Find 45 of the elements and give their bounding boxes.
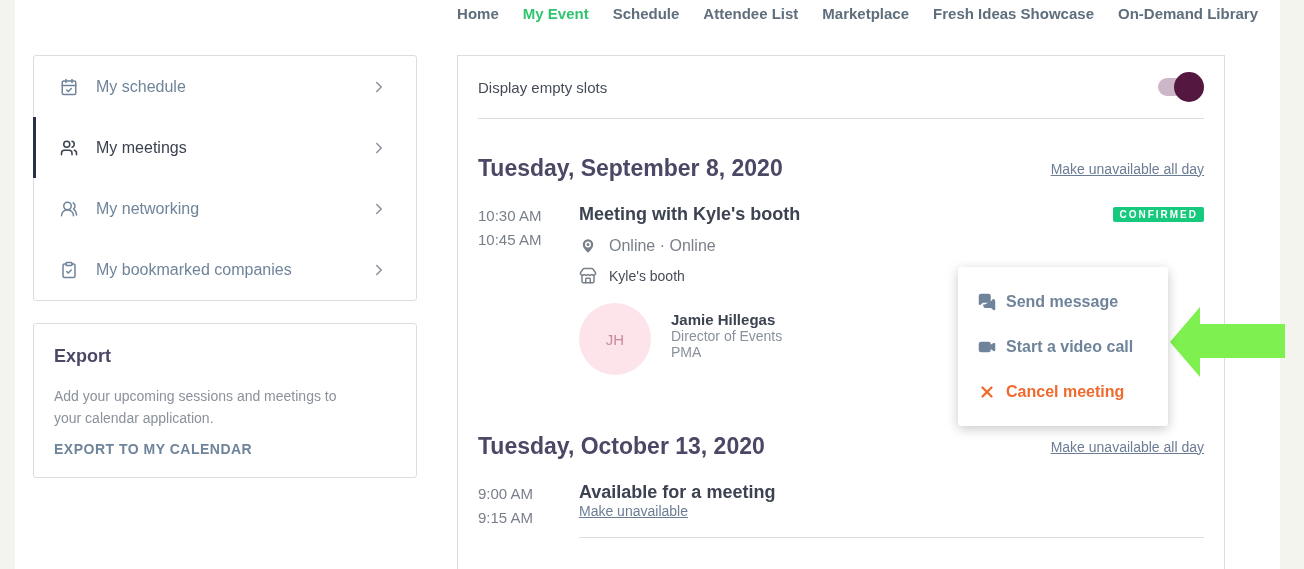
- people-icon: [60, 138, 78, 157]
- calendar-check-icon: [60, 77, 78, 96]
- end-time: 10:45 AM: [478, 230, 543, 250]
- meeting-title: Meeting with Kyle's booth: [579, 204, 801, 225]
- person-company: PMA: [671, 344, 703, 360]
- end-time: 9:15 AM: [478, 508, 535, 528]
- export-title: Export: [54, 346, 112, 367]
- location-text: Online · Online: [609, 237, 716, 255]
- toggle-label: Display empty slots: [478, 78, 608, 96]
- sidebar-item[interactable]: My schedule: [33, 56, 416, 117]
- export-link[interactable]: EXPORT TO MY CALENDAR: [54, 441, 253, 457]
- nav-tab[interactable]: Attendee List: [691, 3, 811, 27]
- export-description: Add your upcoming sessions and meetings to your calendar application.: [54, 387, 338, 428]
- avatar: JH: [579, 303, 651, 375]
- booth-text: Kyle's booth: [609, 268, 685, 284]
- group-icon: [60, 199, 78, 218]
- sidebar-item[interactable]: My networking: [33, 178, 416, 239]
- day-heading: Tuesday, September 8, 2020: [478, 155, 783, 182]
- person-name: Jamie Hillegas: [671, 311, 777, 328]
- nav-tab[interactable]: Schedule: [600, 3, 692, 27]
- person-role: Director of Events: [671, 328, 783, 344]
- menu-item[interactable]: Cancel meeting: [958, 369, 1168, 414]
- map-pin-icon: [579, 237, 597, 255]
- slot-title: Available for a meeting: [579, 482, 777, 503]
- toggle-switch[interactable]: [1156, 72, 1204, 102]
- start-time: 10:30 AM: [478, 206, 543, 226]
- menu-item[interactable]: Start a video call: [958, 324, 1168, 369]
- menu-item[interactable]: Send message: [958, 279, 1168, 324]
- nav-tab[interactable]: Home: [445, 3, 511, 27]
- sidebar-item[interactable]: My meetings: [33, 117, 416, 178]
- clipboard-check-icon: [60, 260, 78, 279]
- day-heading: Tuesday, October 13, 2020: [478, 433, 765, 460]
- start-time: 9:00 AM: [478, 484, 535, 504]
- unavailable-all-day-link[interactable]: Make unavailable all day: [1050, 160, 1204, 177]
- nav-tab[interactable]: On-Demand Library: [1105, 3, 1270, 27]
- sidebar-item[interactable]: My bookmarked companies: [33, 239, 416, 300]
- nav-tab[interactable]: My Event: [510, 3, 601, 27]
- status-badge: CONFIRMED: [1113, 207, 1204, 222]
- nav-tab[interactable]: Marketplace: [810, 3, 922, 27]
- store-icon: [579, 267, 597, 285]
- arrow-icon: [1170, 307, 1285, 377]
- nav-tab[interactable]: Fresh Ideas Showcase: [921, 3, 1106, 27]
- make-unavailable-link[interactable]: Make unavailable: [579, 503, 688, 519]
- unavailable-all-day-link[interactable]: Make unavailable all day: [1050, 438, 1204, 455]
- chat-bubbles-icon: [978, 292, 996, 311]
